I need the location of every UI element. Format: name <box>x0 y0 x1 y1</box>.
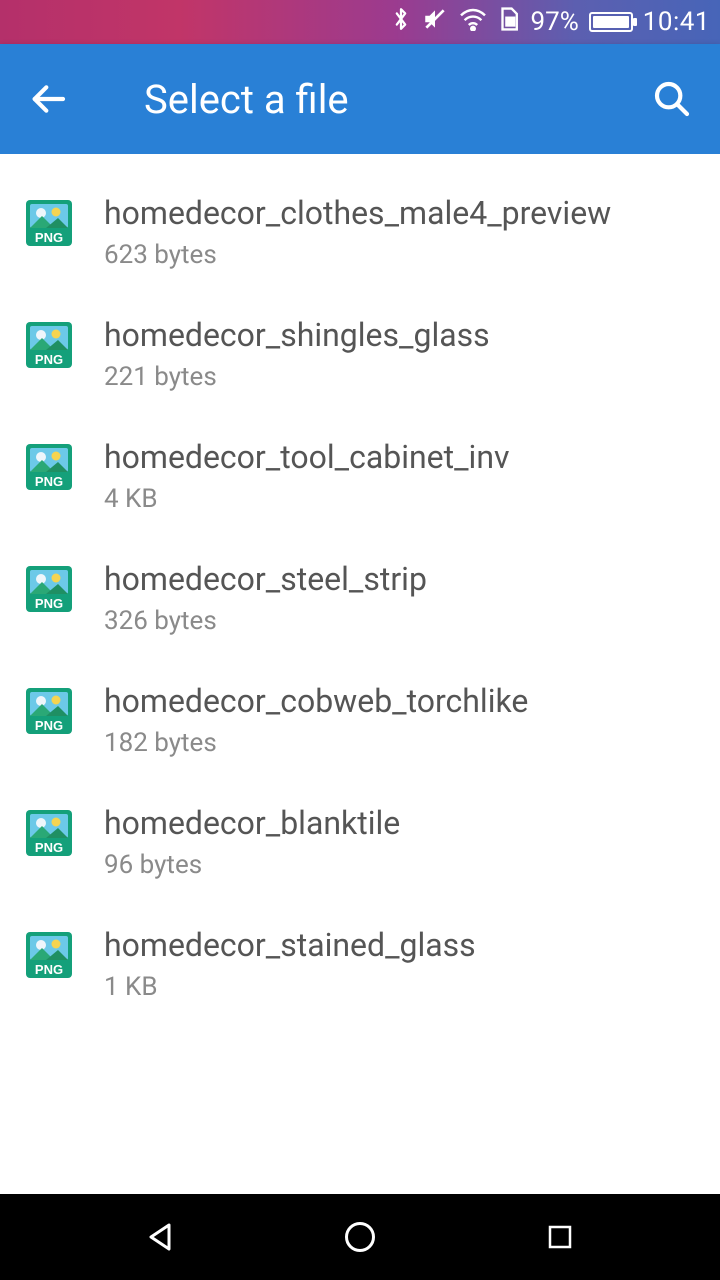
file-item[interactable]: PNG homedecor_steel_strip 326 bytes <box>0 544 720 666</box>
file-name: homedecor_steel_strip <box>104 560 427 598</box>
file-size: 623 bytes <box>104 240 611 270</box>
nav-home-button[interactable] <box>330 1207 390 1267</box>
wifi-icon <box>458 7 488 38</box>
file-name: homedecor_tool_cabinet_inv <box>104 438 509 476</box>
file-size: 96 bytes <box>104 850 400 880</box>
file-size: 221 bytes <box>104 362 490 392</box>
mute-icon <box>422 6 448 39</box>
nav-recent-button[interactable] <box>530 1207 590 1267</box>
status-time: 10:41 <box>643 7 710 37</box>
png-file-icon: PNG <box>26 200 72 246</box>
file-item[interactable]: PNG homedecor_cobweb_torchlike 182 bytes <box>0 666 720 788</box>
svg-text:PNG: PNG <box>35 718 63 733</box>
file-name: homedecor_stained_glass <box>104 926 476 964</box>
file-size: 182 bytes <box>104 728 528 758</box>
svg-text:PNG: PNG <box>35 596 63 611</box>
svg-text:PNG: PNG <box>35 474 63 489</box>
file-list: PNG homedecor_clothes_male4_preview 623 … <box>0 154 720 1032</box>
file-name: homedecor_shingles_glass <box>104 316 490 354</box>
search-button[interactable] <box>648 75 696 123</box>
page-title: Select a file <box>144 76 648 123</box>
svg-text:PNG: PNG <box>35 230 63 245</box>
file-name: homedecor_clothes_male4_preview <box>104 194 611 232</box>
png-file-icon: PNG <box>26 566 72 612</box>
png-file-icon: PNG <box>26 444 72 490</box>
bluetooth-icon <box>390 5 412 40</box>
file-item[interactable]: PNG homedecor_blanktile 96 bytes <box>0 788 720 910</box>
file-item[interactable]: PNG homedecor_tool_cabinet_inv 4 KB <box>0 422 720 544</box>
nav-back-button[interactable] <box>130 1207 190 1267</box>
battery-icon <box>589 12 633 32</box>
png-file-icon: PNG <box>26 322 72 368</box>
navigation-bar <box>0 1194 720 1280</box>
svg-text:PNG: PNG <box>35 352 63 367</box>
file-size: 1 KB <box>104 972 476 1002</box>
app-bar: Select a file <box>0 44 720 154</box>
status-bar: 97% 10:41 <box>0 0 720 44</box>
file-item[interactable]: PNG homedecor_clothes_male4_preview 623 … <box>0 178 720 300</box>
svg-text:PNG: PNG <box>35 962 63 977</box>
file-size: 326 bytes <box>104 606 427 636</box>
png-file-icon: PNG <box>26 810 72 856</box>
file-name: homedecor_blanktile <box>104 804 400 842</box>
file-size: 4 KB <box>104 484 509 514</box>
back-button[interactable] <box>24 75 72 123</box>
file-item[interactable]: PNG homedecor_shingles_glass 221 bytes <box>0 300 720 422</box>
sim-icon <box>498 6 520 39</box>
png-file-icon: PNG <box>26 688 72 734</box>
file-item[interactable]: PNG homedecor_stained_glass 1 KB <box>0 910 720 1032</box>
svg-text:PNG: PNG <box>35 840 63 855</box>
file-name: homedecor_cobweb_torchlike <box>104 682 528 720</box>
png-file-icon: PNG <box>26 932 72 978</box>
battery-percent: 97% <box>530 7 578 37</box>
